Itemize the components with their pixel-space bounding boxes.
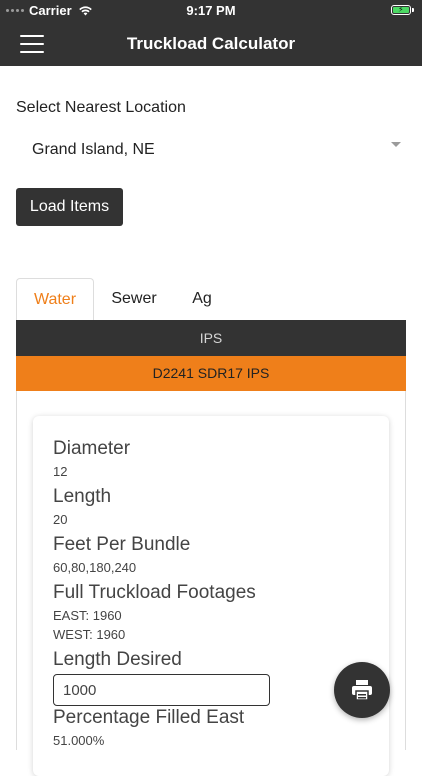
length-label: Length [53,486,112,507]
location-selected-value: Grand Island, NE [32,141,155,158]
battery-icon: ⚡ [391,5,414,15]
product-details-card: Diameter 12 Length 20 Feet Per Bundle 60… [33,416,389,776]
print-icon [352,680,372,701]
percentage-east-label: Percentage Filled East [53,707,245,728]
diameter-label: Diameter [53,438,131,459]
tab-water[interactable]: Water [16,278,94,320]
tab-ag[interactable]: Ag [172,278,232,320]
full-truckload-label: Full Truckload Footages [53,582,256,603]
length-value: 20 [53,512,68,527]
product-header[interactable]: D2241 SDR17 IPS [16,356,406,391]
charging-bolt-icon: ⚡ [398,5,404,14]
status-bar: Carrier 9:17 PM ⚡ [0,0,422,22]
page-title: Truckload Calculator [126,34,296,53]
category-header-ips[interactable]: IPS [16,320,406,356]
status-time: 9:17 PM [186,3,236,18]
feet-per-bundle-value: 60,80,180,240 [53,560,137,575]
full-truckload-west: WEST: 1960 [53,627,126,642]
full-truckload-east: EAST: 1960 [53,608,122,623]
print-button[interactable] [334,662,390,718]
tab-bar: Water Sewer Ag [16,278,406,320]
location-select[interactable]: Grand Island, NE [16,128,406,172]
load-items-button[interactable]: Load Items [16,188,123,226]
length-desired-input[interactable] [53,674,270,706]
diameter-value: 12 [53,464,68,479]
length-desired-label: Length Desired [53,649,182,670]
percentage-east-value: 51.000% [53,733,105,748]
tab-sewer[interactable]: Sewer [96,278,172,320]
nav-bar: Truckload Calculator [0,22,422,66]
location-label: Select Nearest Location [16,99,186,116]
dropdown-caret-icon [391,142,401,147]
feet-per-bundle-label: Feet Per Bundle [53,534,191,555]
